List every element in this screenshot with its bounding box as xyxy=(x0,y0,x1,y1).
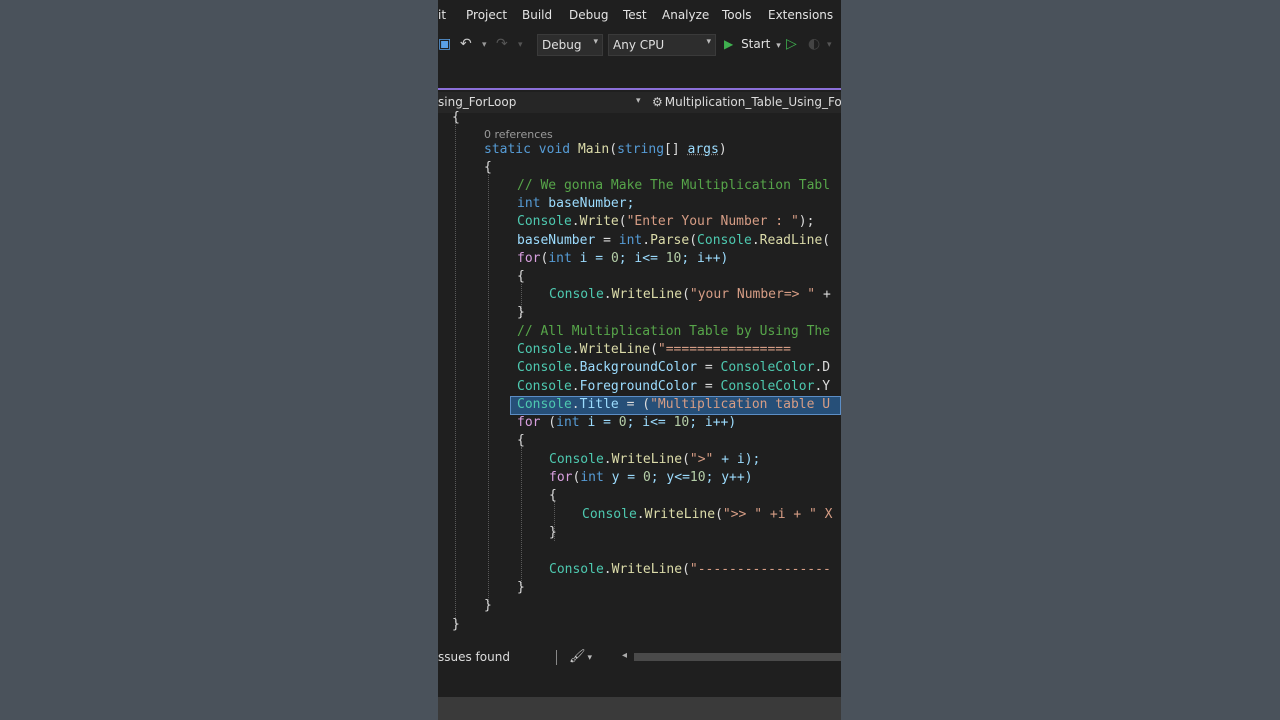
navigation-bar: sing_ForLoop ▾ ⚙Multiplication_Table_Usi… xyxy=(438,92,841,114)
code-line: } xyxy=(549,524,557,542)
start-label: Start xyxy=(741,37,770,51)
undo-dropdown-icon[interactable]: ▾ xyxy=(482,40,487,50)
code-line: } xyxy=(517,304,525,322)
play-outline-icon[interactable]: ▷ xyxy=(786,36,797,52)
play-icon: ▶ xyxy=(724,37,733,51)
hot-reload-dropdown-icon[interactable]: ▾ xyxy=(827,40,832,50)
code-line: { xyxy=(484,159,492,177)
project-navigation-dropdown[interactable]: sing_ForLoop xyxy=(438,95,516,109)
editor-status-bar: ssues found 🖌▾ ◂ xyxy=(438,648,841,668)
class-icon: ⚙ xyxy=(652,95,663,109)
type-navigation-label: Multiplication_Table_Using_ForLo xyxy=(665,95,841,109)
code-line: } xyxy=(452,616,460,634)
menu-build[interactable]: Build xyxy=(522,8,552,22)
start-button[interactable]: ▶ Start ▾ xyxy=(724,37,781,51)
ide-window: it Project Build Debug Test Analyze Tool… xyxy=(438,0,841,720)
left-backdrop xyxy=(0,0,438,720)
chevron-down-icon: ▾ xyxy=(776,41,781,51)
output-panel-edge xyxy=(438,697,841,720)
code-line-selected: Console.Title = ("Multiplication table U xyxy=(517,396,830,414)
save-all-icon[interactable]: ▣ xyxy=(438,36,451,52)
redo-dropdown-icon[interactable]: ▾ xyxy=(518,40,523,50)
indent-guide xyxy=(521,447,522,587)
code-line: for (int i = 0; i<= 10; i++) xyxy=(517,414,736,432)
code-line: } xyxy=(517,579,525,597)
toolbar: ▣ ↶ ▾ ↷ ▾ Debug ▾ Any CPU ▾ ▶ Start ▾ ▷ … xyxy=(438,30,841,60)
chevron-down-icon: ▾ xyxy=(706,37,711,47)
indent-guide xyxy=(488,175,489,606)
code-line: Console.Write("Enter Your Number : "); xyxy=(517,213,814,231)
code-line: Console.WriteLine(">" + i); xyxy=(549,451,760,469)
code-line: { xyxy=(549,487,557,505)
menu-project[interactable]: Project xyxy=(466,8,507,22)
platform-dropdown[interactable]: Any CPU ▾ xyxy=(608,34,716,56)
cleanup-brush-icon[interactable]: 🖌▾ xyxy=(569,649,592,664)
code-line: for(int i = 0; i<= 10; i++) xyxy=(517,250,728,268)
issues-status[interactable]: ssues found xyxy=(438,650,510,664)
code-line: } xyxy=(484,597,492,615)
menu-test[interactable]: Test xyxy=(623,8,647,22)
code-line: Console.WriteLine("----------------- xyxy=(549,561,831,579)
code-line: int baseNumber; xyxy=(517,195,634,213)
code-line: Console.WriteLine("================ xyxy=(517,341,791,359)
chevron-down-icon: ▾ xyxy=(588,653,593,663)
code-line: baseNumber = int.Parse(Console.ReadLine( xyxy=(517,232,830,250)
type-navigation-dropdown[interactable]: ⚙Multiplication_Table_Using_ForLo xyxy=(652,95,841,109)
code-line: Console.BackgroundColor = ConsoleColor.D xyxy=(517,359,830,377)
menu-analyze[interactable]: Analyze xyxy=(662,8,709,22)
configuration-value: Debug xyxy=(542,38,581,52)
code-line: Console.ForegroundColor = ConsoleColor.Y xyxy=(517,378,830,396)
code-line: Console.WriteLine("your Number=> " + xyxy=(549,286,831,304)
divider xyxy=(556,650,557,665)
horizontal-scrollbar[interactable] xyxy=(634,653,841,661)
code-line: { xyxy=(452,109,460,127)
menu-bar: it Project Build Debug Test Analyze Tool… xyxy=(438,0,841,30)
menu-tools[interactable]: Tools xyxy=(722,8,752,22)
codelens-references[interactable]: 0 references xyxy=(484,128,553,141)
menu-edit[interactable]: it xyxy=(438,8,446,22)
code-line: for(int y = 0; y<=10; y++) xyxy=(549,469,753,487)
code-line: // All Multiplication Table by Using The xyxy=(517,323,830,341)
code-line: // We gonna Make The Multiplication Tabl xyxy=(517,177,830,195)
redo-icon[interactable]: ↷ xyxy=(496,36,508,52)
code-line: static void Main(string[] args) xyxy=(484,141,727,159)
menu-debug[interactable]: Debug xyxy=(569,8,608,22)
chevron-down-icon: ▾ xyxy=(593,37,598,47)
code-line: { xyxy=(517,268,525,286)
platform-value: Any CPU xyxy=(613,38,664,52)
right-backdrop xyxy=(841,0,1280,720)
menu-extensions[interactable]: Extensions xyxy=(768,8,833,22)
document-tab-accent xyxy=(438,88,841,90)
indent-guide xyxy=(455,121,456,626)
configuration-dropdown[interactable]: Debug ▾ xyxy=(537,34,603,56)
undo-icon[interactable]: ↶ xyxy=(460,36,472,52)
scroll-left-icon[interactable]: ◂ xyxy=(622,650,627,661)
code-editor[interactable]: { 0 references static void Main(string[]… xyxy=(438,113,841,648)
chevron-down-icon[interactable]: ▾ xyxy=(636,96,641,106)
code-line: Console.WriteLine(">> " +i + " X xyxy=(582,506,833,524)
hot-reload-icon[interactable]: ◐ xyxy=(808,36,820,52)
code-line: { xyxy=(517,432,525,450)
